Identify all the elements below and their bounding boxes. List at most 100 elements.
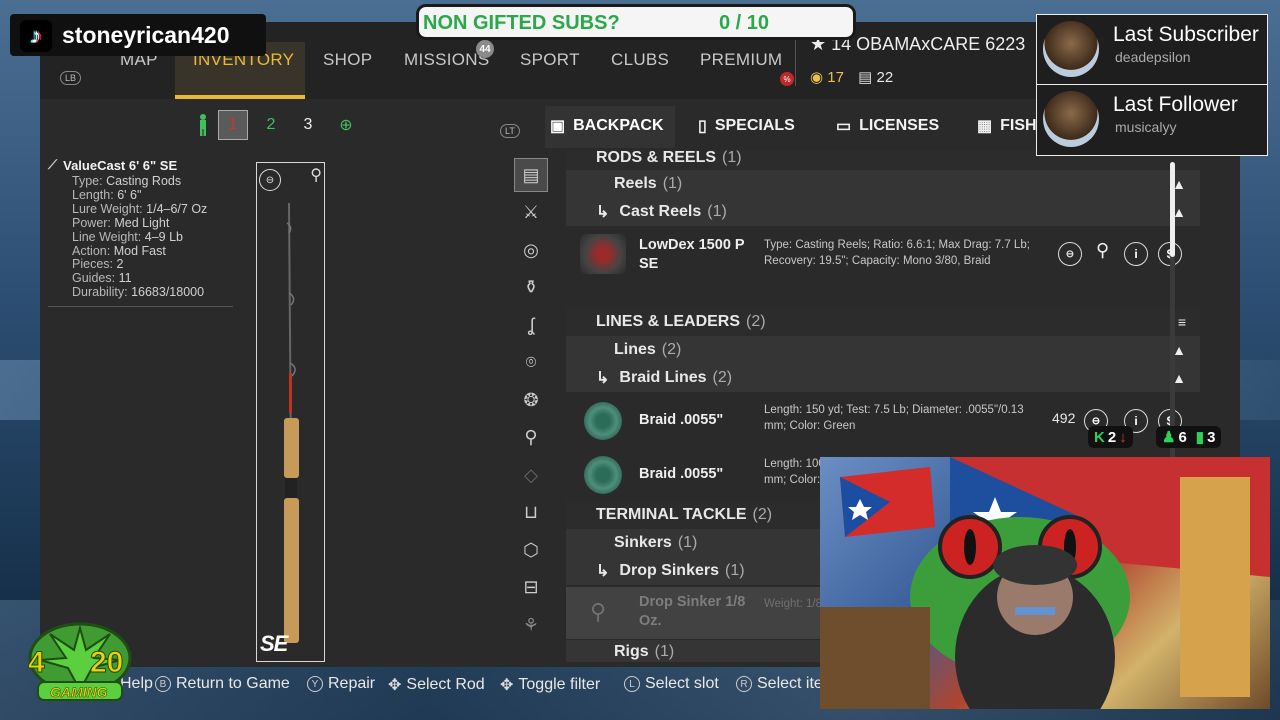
line-spool-thumbnail <box>584 402 622 440</box>
tackle-icon[interactable]: ⚱ <box>514 271 548 305</box>
gold-amount: 17 <box>827 69 844 86</box>
slot-1[interactable]: 1 <box>218 110 248 140</box>
rod-icon: ⟋ <box>48 157 58 172</box>
stream-stat-viewers: ♟ 6 ▮ 3 <box>1156 426 1222 448</box>
equipped-reel-icon[interactable]: ⊖ <box>1058 242 1082 266</box>
car-icon[interactable]: ⊟ <box>514 571 548 605</box>
bucket-icon[interactable]: ⊔ <box>514 496 548 530</box>
sinker-thumbnail: ⚲ <box>590 599 607 624</box>
dpad-icon: ✥ <box>388 677 402 694</box>
rod-preview[interactable]: ⊖ ⚲ SE <box>256 162 325 662</box>
scrollbar-thumb[interactable] <box>1170 162 1175 257</box>
sub-goal-bar: NON GIFTED SUBS? 0 / 10 <box>416 4 856 40</box>
slot-2[interactable]: 2 <box>256 110 286 140</box>
active-tab-underline <box>175 95 305 99</box>
rod-graphic <box>284 202 299 643</box>
document-icon: ▯ <box>698 118 707 135</box>
subcategory-braid-lines[interactable]: ↳ Braid Lines (2) ▲ <box>566 364 1200 392</box>
stat-line-weight: Line Weight: 4–9 Lb <box>72 229 183 244</box>
hook-icon[interactable]: ʆ <box>514 308 548 342</box>
plant-icon[interactable]: ⚘ <box>514 608 548 642</box>
keepnet-icon: ▦ <box>977 118 993 135</box>
tab-clubs[interactable]: CLUBS <box>611 50 669 70</box>
stat-guides: Guides: 11 <box>72 271 132 286</box>
last-follower-label: Last Follower <box>1113 93 1238 116</box>
tab-backpack[interactable]: ▣ BACKPACK <box>550 116 664 136</box>
webcam-overlay <box>820 457 1270 709</box>
license-icon: ▭ <box>836 118 852 135</box>
category-sidebar: ▤ ⚔ ◎ ⚱ ʆ ⌾ ❂ ⚲ ◇ ⊔ ⬡ ⊟ ⚘ <box>514 158 552 646</box>
item-name: Drop Sinker 1/8 Oz. <box>639 594 746 629</box>
viewer-icon: ♟ <box>1162 429 1176 446</box>
stat-type: Type: Casting Rods <box>72 174 182 188</box>
y-button-icon: Y <box>307 676 323 692</box>
item-quantity: 492 <box>1052 410 1076 426</box>
box-icon[interactable]: ⬡ <box>514 533 548 567</box>
last-subscriber-name: deadepsilon <box>1115 49 1191 65</box>
lure-icon[interactable]: ⌾ <box>514 346 548 380</box>
currency: ◉ 17 ▤ 22 <box>810 68 893 86</box>
stat-length: Length: 6' 6" <box>72 187 142 202</box>
gold-coins-icon: ◉ <box>810 69 824 86</box>
slot-3[interactable]: 3 <box>293 110 323 140</box>
cash-icon: ▤ <box>858 69 873 86</box>
tiktok-icon: ♪ <box>20 20 52 52</box>
tab-fish[interactable]: ▦ FISH <box>977 116 1037 136</box>
sub-goal-label: NON GIFTED SUBS? <box>423 12 620 34</box>
item-name: Braid .0055" <box>639 412 724 428</box>
stat-lure-weight: Lure Weight: 1/4–6/7 Oz <box>72 201 208 216</box>
tab-sport[interactable]: SPORT <box>520 50 580 70</box>
subscriber-avatar <box>1043 21 1099 77</box>
tab-shop[interactable]: SHOP <box>323 50 372 70</box>
tab-specials[interactable]: ▯ SPECIALS <box>698 116 795 136</box>
streamer-username: stoneyrican420 <box>62 21 230 48</box>
item-name: Braid .0055" <box>639 466 724 482</box>
bait-icon[interactable]: ❂ <box>514 383 548 417</box>
rod-brand-logo: SE <box>260 631 288 656</box>
lb-button-hint[interactable]: LB <box>60 71 82 85</box>
hint-toggle-filter[interactable]: ✥ Toggle filter <box>500 675 600 695</box>
last-follower-name: musicalyy <box>1115 119 1177 135</box>
backpack-icon: ▣ <box>550 118 566 135</box>
subcategory-lines[interactable]: Lines (2) ▲ <box>566 336 1200 364</box>
stream-stat-kills: K 2 ↓ <box>1088 426 1133 448</box>
follower-avatar <box>1043 91 1099 147</box>
missions-count-badge: 44 <box>476 40 494 58</box>
premium-sale-icon: % <box>780 72 794 86</box>
hint-select-rod[interactable]: ✥ Select Rod <box>388 675 485 695</box>
l-button-icon: L <box>624 676 640 692</box>
rod-details: ⟋ ValueCast 6' 6" SE Type: Casting Rods … <box>48 157 233 308</box>
list-item-reel[interactable]: LowDex 1500 P SE Type: Casting Reels; Ra… <box>566 228 1200 282</box>
dpad-icon: ✥ <box>500 677 514 694</box>
tab-licenses[interactable]: ▭ LICENSES <box>836 116 939 136</box>
down-arrow-icon: ↓ <box>1119 428 1127 446</box>
r-button-icon: R <box>736 676 752 692</box>
globe-icon[interactable]: ⊕ <box>331 110 361 140</box>
k-icon: K <box>1094 428 1105 446</box>
all-items-icon[interactable]: ▤ <box>514 158 548 192</box>
line-spool-icon[interactable]: ◎ <box>514 233 548 267</box>
tab-premium[interactable]: PREMIUM <box>700 50 782 70</box>
item-description: Type: Casting Reels; Ratio: 6.6:1; Max D… <box>764 239 1030 267</box>
last-subscriber-panel: Last Subscriber deadepsilon <box>1036 14 1268 86</box>
info-icon[interactable]: i <box>1124 242 1148 266</box>
fish-lure-icon[interactable]: ◇ <box>514 458 548 492</box>
subcategory-reels[interactable]: Reels (1) ▲ <box>566 170 1200 198</box>
filter-icon[interactable]: ≡ <box>1178 314 1186 330</box>
lt-button-hint[interactable]: LT <box>500 124 520 138</box>
category-lines-leaders[interactable]: LINES & LEADERS (2) ≡ <box>566 308 1200 336</box>
bar-chart-icon: ▮ <box>1195 429 1205 446</box>
float-icon[interactable]: ⚲ <box>514 421 548 455</box>
angler-icon <box>188 110 218 140</box>
hint-select-slot[interactable]: L Select slot <box>624 675 719 693</box>
hint-repair[interactable]: Y Repair <box>307 675 375 693</box>
item-description: Length: 150 yd; Test: 7.5 Lb; Diameter: … <box>764 404 1024 432</box>
line-spool-thumbnail <box>584 456 622 494</box>
wrench-icon[interactable]: ⚲ <box>1096 240 1109 261</box>
divider <box>48 306 233 308</box>
stat-pieces: Pieces: 2 <box>72 257 124 272</box>
rod-reel-icon[interactable]: ⚔ <box>514 196 548 230</box>
hint-return-to-game[interactable]: B Return to Game <box>155 675 290 693</box>
subcategory-cast-reels[interactable]: ↳ Cast Reels (1) ▲ <box>566 198 1200 226</box>
channel-logo: 4 20 GAMING <box>20 620 140 705</box>
